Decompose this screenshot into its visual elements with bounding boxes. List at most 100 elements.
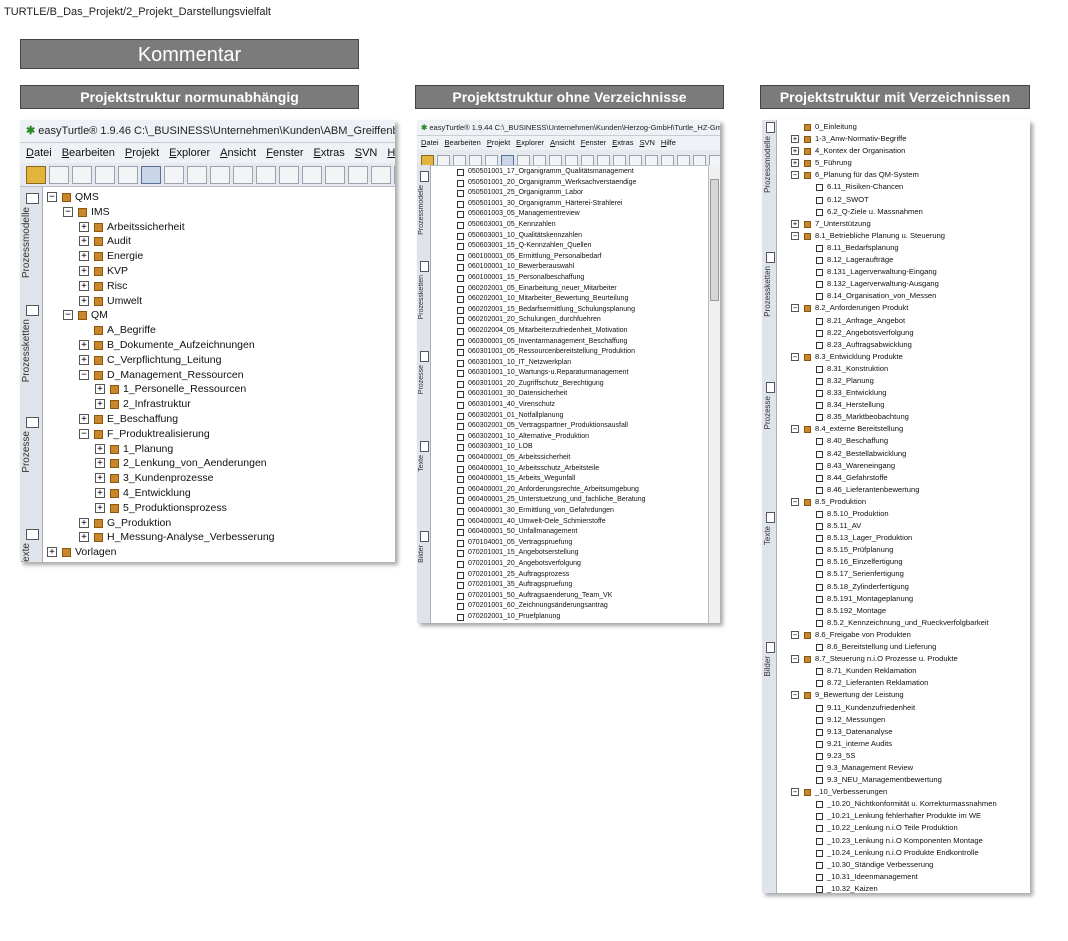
side-tab-texte[interactable]: Texte [763,526,772,545]
tree-item[interactable]: − IMS [43,205,395,220]
tree-item[interactable]: − 8.5_Produktion [777,496,1030,508]
list-item[interactable]: 070201001_50_Auftragsaenderung_Team_VK [431,591,708,602]
side-tab-prozessketten[interactable]: Prozessketten [418,275,425,319]
list-item[interactable]: 060302001_05_Vertragspartner_Produktions… [431,421,708,432]
list-item[interactable]: 050601003_05_Managementreview [431,209,708,220]
collapse-icon[interactable]: − [791,655,799,664]
menu-datei[interactable]: Datei [421,136,439,150]
toolbar-tool-icon[interactable] [72,166,92,184]
menu-datei[interactable]: Datei [26,143,52,163]
list-item[interactable]: 070201001_60_Zeichnungsänderungsantrag [431,601,708,612]
list-item[interactable]: 060301001_10_IT_Netzwerkplan [431,358,708,369]
collapse-icon[interactable]: − [47,192,57,202]
tree-item[interactable]: +5_Produktionsprozess [43,501,395,516]
expand-icon[interactable]: + [47,547,57,558]
collapse-icon[interactable]: − [63,310,73,321]
side-tab-prozessmodelle[interactable]: Prozessmodelle [21,207,32,278]
toolbar-tool-icon[interactable] [164,166,184,184]
tree-item[interactable]: + Audit [43,234,395,249]
tree-item[interactable]: + B_Dokumente_Aufzeichnungen [43,338,395,353]
menu-ansicht[interactable]: Ansicht [550,136,575,150]
toolbar-tool-icon[interactable] [210,166,230,184]
menu-fenster[interactable]: Fenster [266,143,303,163]
expand-icon[interactable]: + [791,159,799,168]
tree-item[interactable]: − 9_Bewertung der Leistung [777,689,1030,701]
tree-item[interactable]: 8.22_Angebotsverfolgung [777,327,1030,339]
tree-item[interactable]: +7_Unterstützung [777,218,1030,230]
tree-item[interactable]: 8.5.15_Prüfplanung [777,544,1030,556]
tree-item[interactable]: 8.5.10_Produktion [777,508,1030,520]
tree-item[interactable]: +4_Kontex der Organisation [777,145,1030,157]
expand-icon[interactable]: + [791,219,799,228]
list-item[interactable]: 060100001_15_Personalbeschaffung [431,273,708,284]
list-item[interactable]: 060302001_10_Alternative_Produktion [431,432,708,443]
tree-item[interactable]: − _10_Verbesserungen [777,786,1030,798]
menu-hilfe[interactable]: Hilfe [661,136,676,150]
tree-item[interactable]: +2_Lenkung_von_Aenderungen [43,456,395,471]
toolbar-tool-icon[interactable] [371,166,391,184]
collapse-icon[interactable]: − [791,352,799,361]
tree-item[interactable]: _10.32_Kaizen [777,883,1030,893]
collapse-icon[interactable]: − [791,231,799,240]
collapse-icon[interactable]: − [791,425,799,434]
tree-item[interactable]: 8.35_Marktbeobachtung [777,411,1030,423]
select-tool-icon[interactable] [141,166,161,184]
list-item[interactable]: 060400001_40_Umwelt-Oele_Schmierstoffe [431,517,708,528]
menu-bearbeiten[interactable]: Bearbeiten [445,136,481,150]
tree-item[interactable]: 8.131_Lagerverwaltung-Eingang [777,266,1030,278]
expand-icon[interactable]: + [79,354,89,365]
expand-icon[interactable]: + [79,251,89,262]
list-item[interactable]: 060301001_30_Datensicherheit [431,389,708,400]
tree-item[interactable]: 8.6_Bereitstellung und Lieferung [777,641,1030,653]
list-item[interactable]: 060302001_01_Notfallplanung [431,411,708,422]
expand-icon[interactable]: + [79,280,89,291]
list-item[interactable]: 060300001_05_Inventarmanagement_Beschaff… [431,337,708,348]
expand-icon[interactable]: + [95,502,105,513]
collapse-icon[interactable]: − [79,369,89,380]
tree-item[interactable]: 8.11_Bedarfsplanung [777,242,1030,254]
menu-extras[interactable]: Extras [612,136,633,150]
list-item[interactable]: 060400001_50_Unfallmanagement [431,527,708,538]
list-item[interactable]: 070201001_35_Auftragspruefung [431,580,708,591]
tree-item[interactable]: + KVP [43,264,395,279]
tree-item[interactable]: + Vorlagen [43,545,395,560]
toolbar-tool-icon[interactable] [279,166,299,184]
collapse-icon[interactable]: − [79,428,89,439]
tree-item[interactable]: _10.21_Lenkung fehlerhafter Produkte im … [777,810,1030,822]
tree-item[interactable]: +1_Personelle_Ressourcen [43,382,395,397]
tree-item[interactable]: _10.24_Lenkung n.i.O Produkte Endkontrol… [777,847,1030,859]
expand-icon[interactable]: + [79,236,89,247]
tree-item[interactable]: + Umwelt [43,294,395,309]
list-item[interactable]: 050603001_05_Kennzahlen [431,220,708,231]
tree-item[interactable]: − QM [43,308,395,323]
tree-item[interactable]: 8.5.18_Zylinderfertigung [777,581,1030,593]
list-item[interactable]: 060202004_05_Mitarbeiterzufriedenheit_Mo… [431,326,708,337]
list-item[interactable]: 060400001_25_Unterstuetzung_und_fachlich… [431,495,708,506]
toolbar-tool-icon[interactable] [348,166,368,184]
middle-scrollbar[interactable] [708,165,720,623]
tree-item[interactable]: − F_Produktrealisierung [43,427,395,442]
tree-item[interactable]: − 6_Planung für das QM-System [777,169,1030,181]
tree-item[interactable]: − D_Management_Ressourcen [43,368,395,383]
toolbar-tool-icon[interactable] [49,166,69,184]
tree-item[interactable]: 6.11_Risiken-Chancen [777,181,1030,193]
tree-item[interactable]: − QMS [43,190,395,205]
tree-item[interactable]: 8.71_Kunden Reklamation [777,665,1030,677]
list-item[interactable]: 050603001_15_Q-Kennzahlen_Quellen [431,241,708,252]
toolbar-tool-icon[interactable] [118,166,138,184]
expand-icon[interactable]: + [79,413,89,424]
tree-item[interactable]: 8.31_Konstruktion [777,363,1030,375]
list-item[interactable]: 060303001_10_LOB [431,442,708,453]
collapse-icon[interactable]: − [791,788,799,797]
list-item[interactable]: 060400001_20_Anforderungsrechte_Arbeitsu… [431,485,708,496]
side-tab-prozesse[interactable]: Prozesse [763,396,772,429]
tree-item[interactable]: +5_Führung [777,157,1030,169]
list-item[interactable]: 050501001_30_Organigramm_Härterei-Strahl… [431,199,708,210]
expand-icon[interactable]: + [79,532,89,543]
tree-item[interactable]: 8.72_Lieferanten Reklamation [777,677,1030,689]
list-item[interactable]: 060400001_30_Ermittlung_von_Gefahrdungen [431,506,708,517]
tree-item[interactable]: +2_Infrastruktur [43,397,395,412]
tree-item[interactable]: +3_Kundenprozesse [43,471,395,486]
collapse-icon[interactable]: − [791,497,799,506]
collapse-icon[interactable]: − [791,630,799,639]
